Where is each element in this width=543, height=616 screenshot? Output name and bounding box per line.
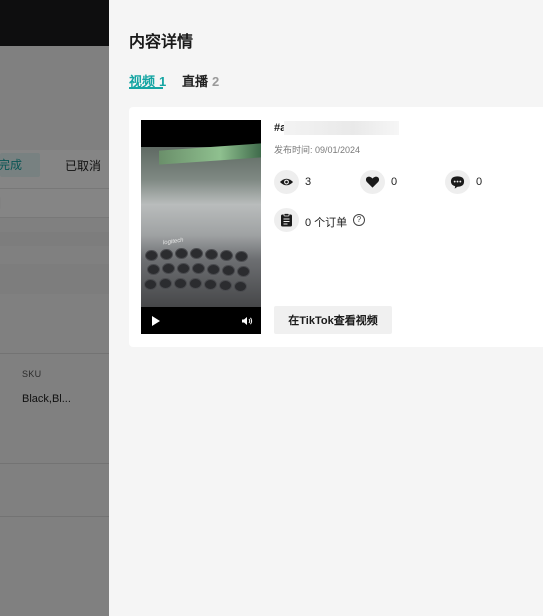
modal-overlay[interactable] bbox=[0, 0, 109, 616]
view-on-tiktok-button[interactable]: 在TikTok查看视频 bbox=[274, 306, 392, 334]
keyboard-key bbox=[190, 248, 203, 259]
keyboard-key bbox=[207, 264, 220, 275]
publish-time: 发布时间: 09/01/2024 bbox=[274, 145, 361, 155]
keyboard-key bbox=[162, 263, 175, 274]
keyboard-key bbox=[220, 250, 233, 261]
volume-icon[interactable] bbox=[241, 315, 253, 327]
tab-live[interactable]: 直播 2 bbox=[182, 71, 219, 90]
title-redaction bbox=[284, 121, 399, 135]
clipboard-icon bbox=[274, 208, 299, 232]
video-controls bbox=[141, 310, 261, 334]
play-icon[interactable] bbox=[152, 316, 160, 326]
likes-count: 0 bbox=[391, 176, 398, 188]
keyboard-key bbox=[205, 249, 218, 260]
help-icon[interactable]: ? bbox=[353, 214, 365, 226]
keyboard-key bbox=[174, 278, 187, 289]
keyboard-key bbox=[192, 263, 205, 274]
keyboard-key bbox=[147, 264, 160, 275]
keyboard-key bbox=[204, 279, 217, 290]
keyboard-key bbox=[159, 278, 172, 289]
video-thumbnail[interactable]: logitech bbox=[141, 120, 261, 334]
tab-live-label: 直播 bbox=[182, 74, 209, 89]
keyboard-key bbox=[177, 263, 190, 274]
comments-count: 0 bbox=[476, 176, 483, 188]
video-keyboard-keys bbox=[141, 248, 261, 306]
eye-icon bbox=[274, 170, 299, 194]
orders-label: 0 个订单 bbox=[305, 217, 348, 229]
keyboard-key bbox=[219, 280, 232, 291]
keyboard-key bbox=[222, 265, 235, 276]
keyboard-key bbox=[235, 251, 248, 262]
video-card: logitech #a 发布时间: 09/01/2024 3 0 0 0 个订单… bbox=[129, 107, 543, 347]
keyboard-key bbox=[237, 266, 250, 277]
keyboard-key bbox=[144, 279, 157, 290]
drawer-title: 内容详情 bbox=[129, 34, 194, 51]
keyboard-key bbox=[189, 278, 202, 289]
comment-icon bbox=[445, 170, 470, 194]
views-count: 3 bbox=[305, 176, 312, 188]
keyboard-key bbox=[160, 249, 173, 260]
tab-live-count: 2 bbox=[212, 74, 220, 89]
keyboard-key bbox=[175, 248, 188, 259]
active-tab-indicator bbox=[129, 87, 163, 89]
keyboard-key bbox=[234, 281, 247, 292]
heart-icon bbox=[360, 170, 385, 194]
content-detail-drawer: 内容详情 视频 1 直播 2 logitech #a 发布时间: 09/01/2… bbox=[109, 0, 543, 616]
keyboard-key bbox=[145, 250, 158, 261]
